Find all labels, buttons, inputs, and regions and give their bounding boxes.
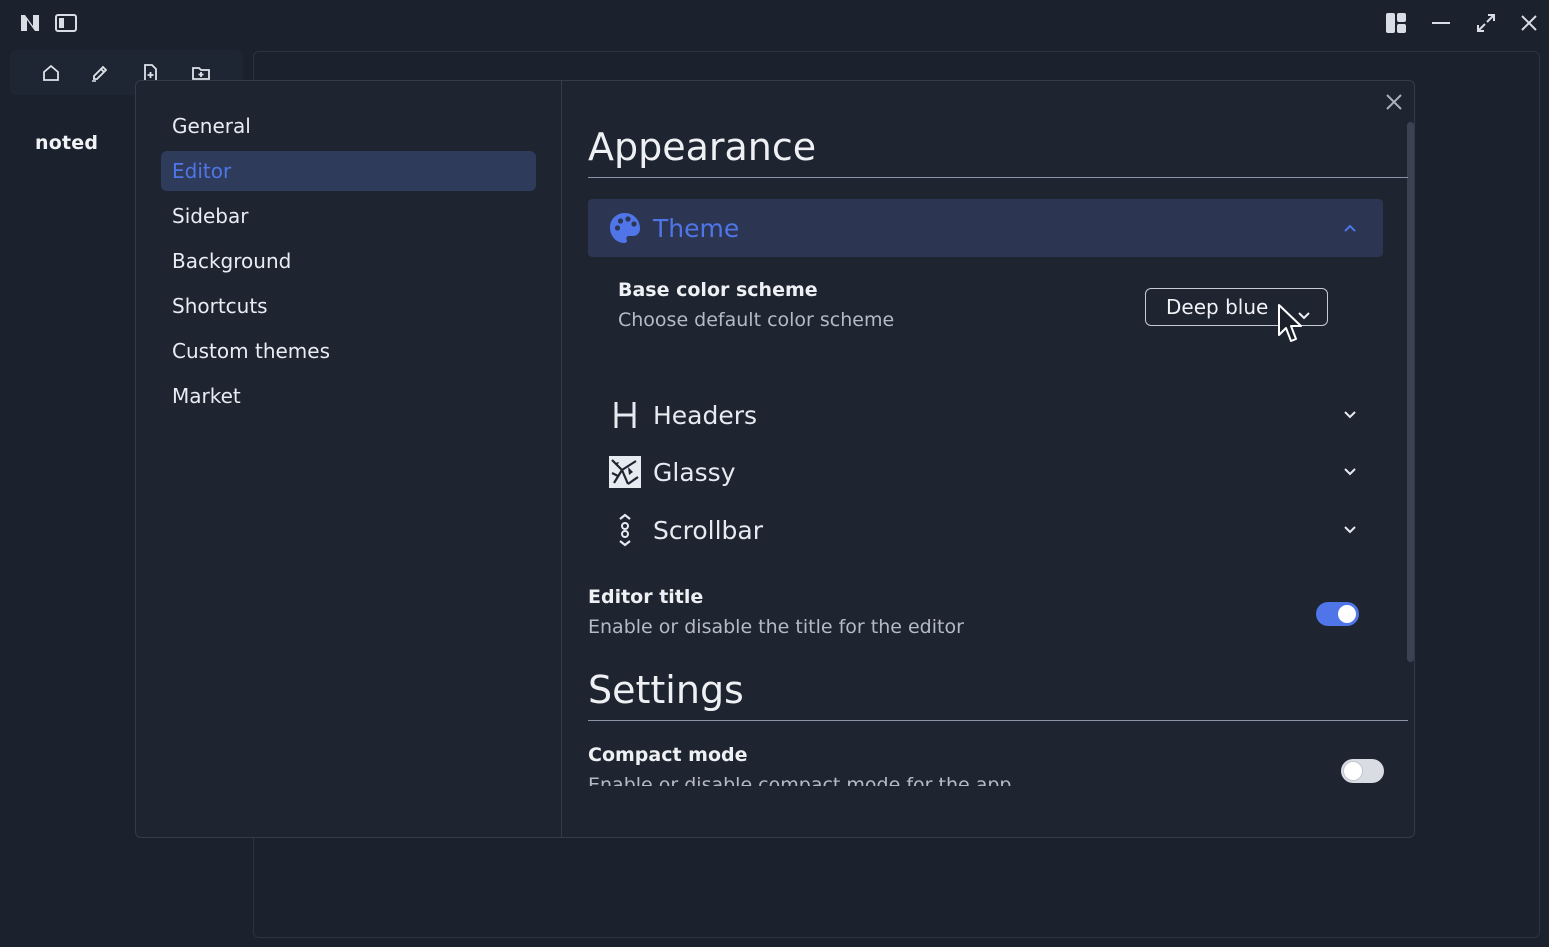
compact-mode-toggle[interactable] (1341, 759, 1384, 783)
theme-section-header[interactable]: Theme (588, 199, 1383, 257)
divider (588, 720, 1408, 721)
editor-title-option-description: Enable or disable the title for the edit… (588, 616, 964, 638)
settings-content: Appearance Theme Base color scheme Choos… (588, 81, 1410, 786)
glassy-label: Glassy (653, 457, 736, 487)
glass-icon (608, 455, 642, 489)
toggle-knob (1338, 605, 1356, 623)
divider (588, 177, 1408, 178)
chevron-down-icon (1340, 520, 1360, 540)
editor-title-toggle[interactable] (1316, 602, 1359, 626)
chevron-up-icon (1340, 218, 1360, 238)
nav-item-editor[interactable]: Editor (161, 151, 536, 191)
nav-item-background[interactable]: Background (161, 241, 536, 281)
color-scheme-value: Deep blue (1166, 295, 1269, 319)
close-icon[interactable] (1517, 11, 1541, 35)
scrollbar-section-header[interactable]: Scrollbar (588, 501, 1383, 559)
palette-icon (608, 211, 642, 245)
editor-title-option-title: Editor title (588, 586, 704, 608)
heading-icon (608, 398, 642, 432)
mouse-cursor-icon (1278, 304, 1302, 342)
chevron-down-icon (1340, 405, 1360, 425)
settings-modal: General Editor Sidebar Background Shortc… (135, 80, 1415, 838)
settings-heading: Settings (588, 668, 744, 712)
glassy-section-header[interactable]: Glassy (588, 443, 1383, 501)
noted-logo-icon (19, 12, 41, 34)
sidebar-toggle-icon[interactable] (55, 12, 77, 34)
app-brand: noted (35, 132, 99, 154)
compact-mode-title: Compact mode (588, 744, 748, 766)
scroll-icon (608, 513, 642, 547)
settings-nav: General Editor Sidebar Background Shortc… (136, 81, 562, 837)
theme-label: Theme (653, 213, 740, 243)
edit-icon[interactable] (89, 62, 111, 84)
nav-item-general[interactable]: General (161, 106, 536, 146)
headers-label: Headers (653, 400, 758, 430)
headers-section-header[interactable]: Headers (588, 386, 1383, 444)
appearance-heading: Appearance (588, 125, 817, 169)
title-bar (0, 0, 1549, 46)
minimize-icon[interactable] (1429, 11, 1453, 35)
nav-item-sidebar[interactable]: Sidebar (161, 196, 536, 236)
compact-mode-description: Enable or disable compact mode for the a… (588, 774, 1012, 786)
home-icon[interactable] (40, 62, 62, 84)
base-color-scheme-title: Base color scheme (618, 279, 818, 301)
nav-item-shortcuts[interactable]: Shortcuts (161, 286, 536, 326)
nav-item-market[interactable]: Market (161, 376, 536, 416)
nav-item-custom-themes[interactable]: Custom themes (161, 331, 536, 371)
scrollbar-label: Scrollbar (653, 515, 763, 545)
base-color-scheme-description: Choose default color scheme (618, 309, 895, 331)
layout-icon[interactable] (1384, 11, 1408, 35)
chevron-down-icon (1340, 462, 1360, 482)
maximize-icon[interactable] (1474, 11, 1498, 35)
toggle-knob (1344, 762, 1362, 780)
